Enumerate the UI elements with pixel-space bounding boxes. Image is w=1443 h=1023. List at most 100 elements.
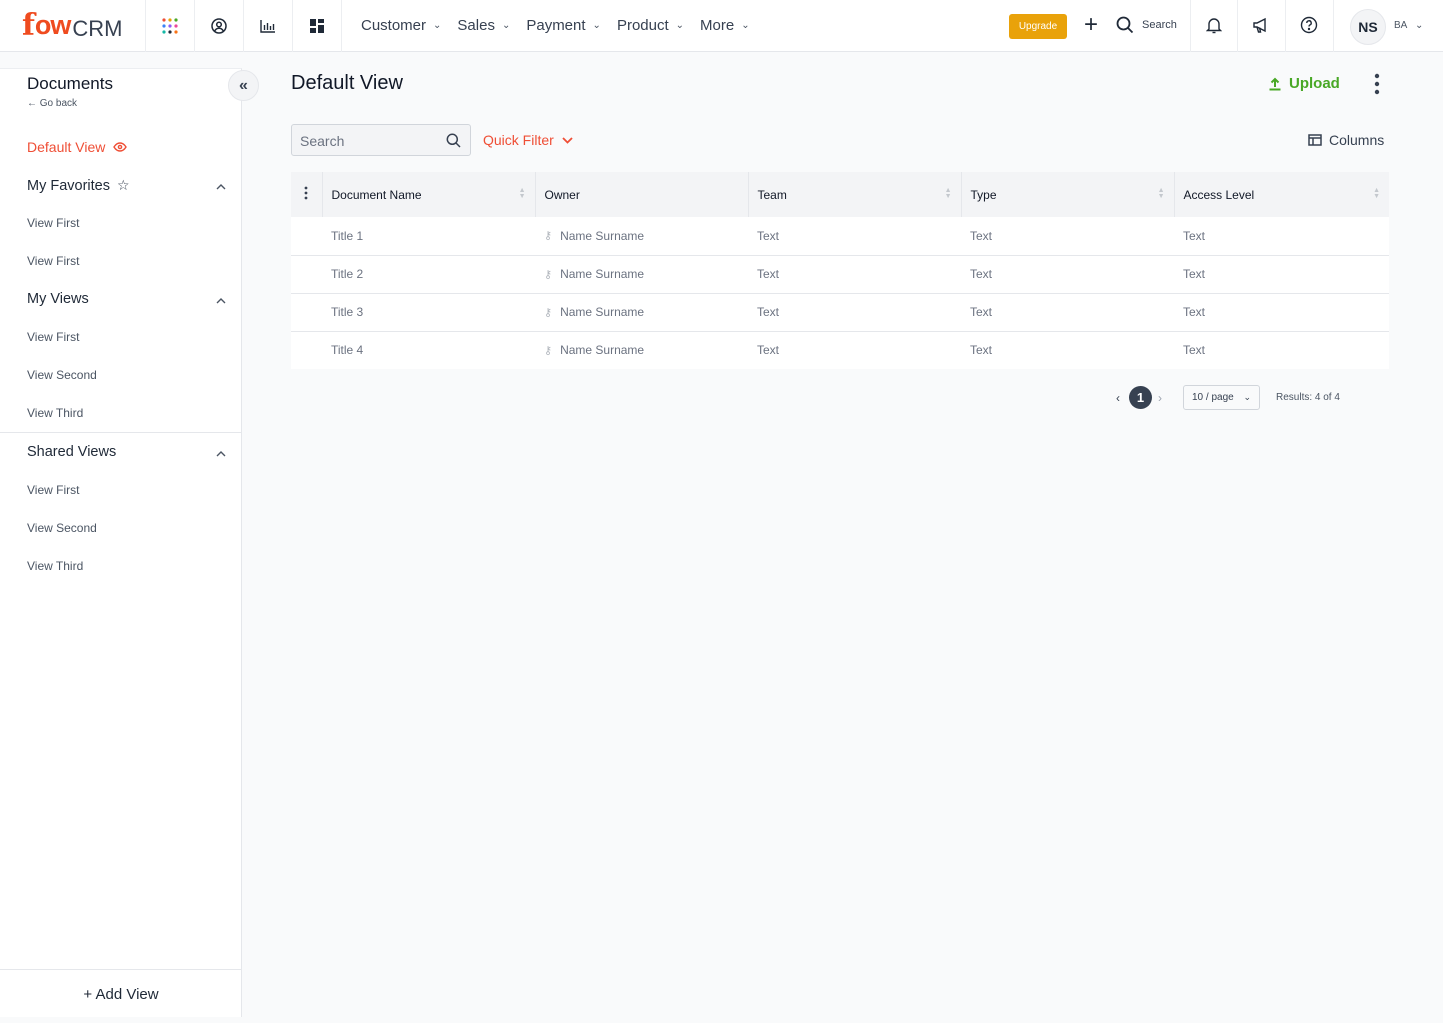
cell-document-name[interactable]: Title 2 — [322, 255, 535, 294]
more-vertical-icon[interactable] — [1373, 73, 1381, 95]
column-menu-button[interactable] — [291, 172, 323, 217]
cell-type: Text — [961, 293, 1174, 332]
owner-name: Name Surname — [560, 305, 645, 319]
cell-owner: ⚷ Name Surname — [535, 217, 748, 256]
sidebar-item-favorite[interactable]: View First — [27, 216, 79, 230]
cell-document-name[interactable]: Title 4 — [322, 331, 535, 369]
avatar[interactable]: NS — [1350, 9, 1386, 45]
table-row[interactable]: Title 1 ⚷ Name Surname Text Text Text — [291, 217, 1389, 256]
announcements-button[interactable] — [1252, 16, 1270, 39]
per-page-select[interactable]: 10 / page ⌄ — [1183, 385, 1260, 410]
cell-access-level: Text — [1174, 293, 1389, 332]
section-my-views[interactable]: My Views — [27, 291, 89, 307]
chevron-down-icon: ⌄ — [1243, 392, 1251, 402]
top-bar: f ow CRM Customer ⌄ Sales ⌄ Payment ⌄ Produ… — [0, 0, 1443, 52]
brand-logo[interactable]: f ow CRM — [0, 0, 146, 52]
plus-icon[interactable]: + — [1084, 13, 1098, 37]
nav-customer[interactable]: Customer ⌄ — [361, 17, 441, 34]
sidebar-item-favorite[interactable]: View First — [27, 254, 79, 268]
sidebar-item-shared-view[interactable]: View Third — [27, 559, 83, 573]
key-icon: ⚷ — [544, 268, 553, 281]
cell-team: Text — [757, 343, 780, 358]
sidebar-item-my-view[interactable]: View Third — [27, 406, 83, 420]
column-header-document-name[interactable]: Document Name ▲ ▼ — [322, 172, 536, 217]
search-icon — [1116, 16, 1134, 34]
help-button[interactable] — [1300, 16, 1318, 39]
key-icon: ⚷ — [544, 306, 553, 319]
columns-icon — [1308, 134, 1322, 146]
sidebar-item-default-view[interactable]: Default View — [27, 139, 128, 155]
row-spacer — [291, 293, 322, 332]
results-count: Results: 4 of 4 — [1276, 392, 1340, 403]
global-search-button[interactable]: Search — [1116, 16, 1177, 34]
notifications-button[interactable] — [1205, 16, 1223, 39]
logo-ow: ow — [34, 10, 71, 40]
go-back-link[interactable]: ← Go back — [27, 98, 77, 109]
collapse-sidebar-button[interactable]: « — [228, 70, 259, 101]
chevron-up-icon[interactable] — [215, 295, 227, 307]
sort-icon[interactable]: ▲ ▼ — [519, 187, 526, 200]
nav-sales[interactable]: Sales ⌄ — [457, 17, 510, 34]
table-row[interactable]: Title 3 ⚷ Name Surname Text Text Text — [291, 293, 1389, 332]
owner-name: Name Surname — [560, 343, 645, 358]
cell-team: Text — [748, 217, 961, 256]
nav-payment-label: Payment — [526, 17, 586, 34]
sidebar-item-shared-view[interactable]: View Second — [27, 521, 97, 535]
cell-document-name[interactable]: Title 1 — [322, 217, 535, 256]
upload-button[interactable]: Upload — [1268, 75, 1340, 92]
user-circle-icon — [211, 17, 227, 34]
main-nav: Customer ⌄ Sales ⌄ Payment ⌄ Product ⌄ More ⌄ — [342, 0, 766, 52]
cell-access-level: Text — [1174, 217, 1389, 256]
divider — [1333, 0, 1334, 52]
apps-grid-button[interactable] — [146, 0, 195, 52]
account-code[interactable]: BA — [1394, 20, 1407, 31]
chevron-up-icon[interactable] — [215, 448, 227, 460]
page-number-current[interactable]: 1 — [1129, 386, 1152, 409]
sidebar-item-my-view[interactable]: View Second — [27, 368, 97, 382]
sort-icon[interactable]: ▲ ▼ — [945, 187, 952, 200]
chevron-right-icon[interactable]: › — [1158, 391, 1170, 405]
chart-icon — [260, 19, 275, 33]
chevron-down-icon[interactable]: ⌄ — [1415, 20, 1423, 31]
header-label: Owner — [544, 187, 580, 202]
column-header-type[interactable]: Type ▲ ▼ — [961, 172, 1175, 217]
quick-filter-button[interactable]: Quick Filter — [483, 132, 573, 148]
column-header-team[interactable]: Team ▲ ▼ — [748, 172, 962, 217]
star-icon: ☆ — [117, 177, 130, 193]
sidebar-item-my-view[interactable]: View First — [27, 330, 79, 344]
nav-more-label: More — [700, 17, 735, 34]
sidebar-item-shared-view[interactable]: View First — [27, 483, 79, 497]
section-my-favorites[interactable]: My Favorites ☆ — [27, 177, 130, 194]
chevron-down-icon: ⌄ — [501, 20, 511, 31]
sort-icon[interactable]: ▲ ▼ — [1158, 187, 1165, 200]
sort-icon[interactable]: ▲ ▼ — [1373, 187, 1380, 200]
cell-type: Text — [961, 255, 1174, 294]
chevron-left-icon[interactable]: ‹ — [1116, 391, 1128, 405]
divider — [1190, 0, 1191, 52]
nav-more[interactable]: More ⌄ — [700, 17, 750, 34]
table-row[interactable]: Title 4 ⚷ Name Surname Text Text Text — [291, 331, 1389, 369]
per-page-value: 10 / page — [1192, 392, 1234, 403]
key-icon: ⚷ — [544, 230, 553, 243]
upgrade-button[interactable]: Upgrade — [1009, 14, 1067, 39]
pagination: ‹ 1 › — [1116, 386, 1170, 409]
table-row[interactable]: Title 2 ⚷ Name Surname Text Text Text — [291, 255, 1389, 294]
owner-name: Name Surname — [560, 228, 645, 243]
column-header-access-level[interactable]: Access Level ▲ ▼ — [1174, 172, 1389, 217]
search-input[interactable]: Search — [291, 124, 471, 156]
documents-table: Document Name ▲ ▼ Owner Team ▲ ▼ Type ▲ ▼ Acce… — [291, 172, 1389, 369]
nav-sales-label: Sales — [457, 17, 495, 34]
cell-document-name[interactable]: Title 3 — [322, 293, 535, 332]
contacts-button[interactable] — [195, 0, 244, 52]
chevron-up-icon[interactable] — [215, 181, 227, 193]
nav-product[interactable]: Product ⌄ — [617, 17, 684, 34]
add-view-button[interactable]: + Add View — [0, 969, 242, 1018]
nav-payment[interactable]: Payment ⌄ — [526, 17, 601, 34]
dashboard-button[interactable] — [293, 0, 342, 52]
columns-label: Columns — [1329, 132, 1385, 148]
section-shared-views[interactable]: Shared Views — [27, 444, 116, 460]
column-header-owner[interactable]: Owner — [535, 172, 749, 217]
columns-button[interactable]: Columns — [1308, 132, 1384, 148]
reports-button[interactable] — [244, 0, 293, 52]
quick-filter-label: Quick Filter — [483, 132, 554, 148]
